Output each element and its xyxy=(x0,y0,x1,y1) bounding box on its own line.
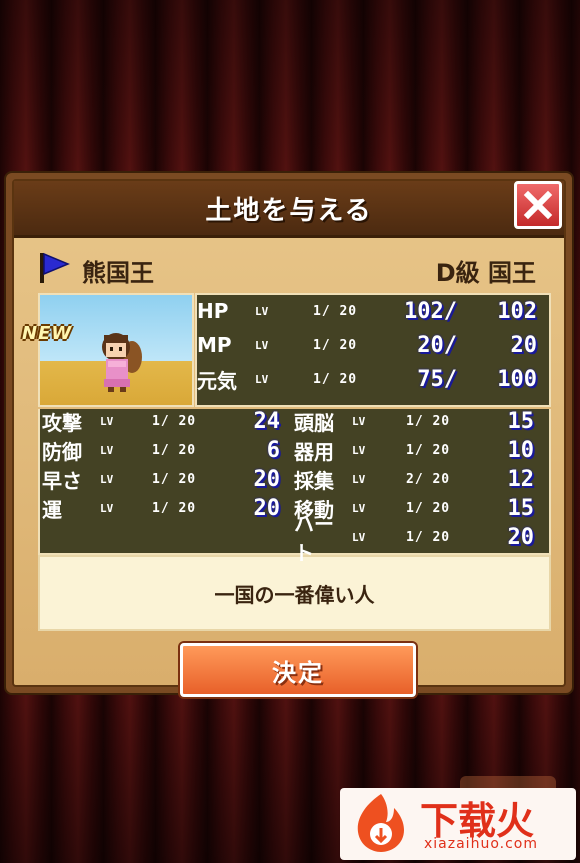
stat-value: 20 xyxy=(507,524,535,550)
stat-row: HP LV 1/ 20 102/102 xyxy=(197,296,537,326)
stat-label: 運 xyxy=(42,497,62,522)
confirm-button[interactable]: 決定 xyxy=(180,643,416,697)
stat-row: 採集 LV 2/ 20 12 xyxy=(294,464,534,494)
level-tag: LV xyxy=(255,372,269,386)
level-value: 1/ 20 xyxy=(152,500,197,516)
stat-row: MP LV 1/ 20 20/20 xyxy=(197,330,537,360)
stat-label: MP xyxy=(197,333,232,357)
level-tag: LV xyxy=(352,472,366,486)
stat-max-value: 102 xyxy=(497,298,537,324)
level-value: 1/ 20 xyxy=(406,529,451,545)
watermark-url: xiazaihuo.com xyxy=(424,836,538,852)
stat-label: ハート xyxy=(294,512,334,565)
stat-row: 早さ LV 1/ 20 20 xyxy=(42,464,280,494)
level-value: 1/ 20 xyxy=(406,442,451,458)
stat-value: 20 xyxy=(253,495,281,521)
level-tag: LV xyxy=(100,472,114,486)
stat-current-value: 102/ xyxy=(404,298,457,324)
stat-row: 頭脳 LV 1/ 20 15 xyxy=(294,406,534,436)
stat-label: 頭脳 xyxy=(294,410,334,435)
stat-label: 採集 xyxy=(294,468,334,493)
level-tag: LV xyxy=(255,338,269,352)
level-value: 1/ 20 xyxy=(313,303,358,319)
level-value: 1/ 20 xyxy=(152,413,197,429)
stat-row: 運 LV 1/ 20 20 xyxy=(42,493,280,523)
level-value: 1/ 20 xyxy=(152,471,197,487)
stat-label: 器用 xyxy=(294,439,334,464)
stat-label: HP xyxy=(197,299,229,323)
stat-label: 早さ xyxy=(42,468,82,493)
stat-label: 元気 xyxy=(197,368,237,393)
stat-value: 20 xyxy=(253,466,281,492)
stat-row: 防御 LV 1/ 20 6 xyxy=(42,435,280,465)
confirm-button-label: 決定 xyxy=(272,658,324,687)
dialog-title: 土地を与える xyxy=(205,195,373,226)
character-name: 熊国王 xyxy=(82,259,154,287)
stat-max-value: 100 xyxy=(497,366,537,392)
level-value: 1/ 20 xyxy=(406,500,451,516)
stat-row: ハート LV 1/ 20 20 xyxy=(294,512,535,565)
stat-value: 24 xyxy=(253,408,281,434)
level-tag: LV xyxy=(255,304,269,318)
character-rank: D級 国王 xyxy=(435,259,536,287)
close-button[interactable] xyxy=(514,181,562,229)
close-icon xyxy=(523,190,553,220)
stat-current-value: 75/ xyxy=(417,366,457,392)
level-tag: LV xyxy=(352,530,366,544)
flag-icon xyxy=(40,252,70,283)
stat-row: 元気 LV 1/ 20 75/100 xyxy=(197,364,537,394)
level-tag: LV xyxy=(352,414,366,428)
level-tag: LV xyxy=(100,414,114,428)
level-value: 2/ 20 xyxy=(406,471,451,487)
stat-value: 12 xyxy=(507,466,535,492)
stat-label: 攻撃 xyxy=(42,410,82,435)
level-tag: LV xyxy=(352,443,366,457)
stat-max-value: 20 xyxy=(510,332,538,358)
stat-row: 攻撃 LV 1/ 20 24 xyxy=(42,406,280,436)
character-sprite xyxy=(102,333,142,392)
stat-current-value: 20/ xyxy=(417,332,457,358)
level-value: 1/ 20 xyxy=(313,337,358,353)
stat-value: 10 xyxy=(507,437,535,463)
level-tag: LV xyxy=(100,443,114,457)
level-tag: LV xyxy=(352,501,366,515)
stat-label: 防御 xyxy=(42,439,82,464)
watermark-logo-icon xyxy=(357,794,404,852)
level-value: 1/ 20 xyxy=(313,371,358,387)
stat-value: 15 xyxy=(507,408,535,434)
level-tag: LV xyxy=(100,501,114,515)
stat-row: 器用 LV 1/ 20 10 xyxy=(294,435,534,465)
level-value: 1/ 20 xyxy=(152,442,197,458)
dialog-title-bar: 土地を与える xyxy=(14,181,564,238)
new-badge: NEW xyxy=(22,323,73,344)
description-box: 一国の一番偉い人 xyxy=(38,555,551,631)
stat-value: 15 xyxy=(507,495,535,521)
character-description: 一国の一番偉い人 xyxy=(214,582,375,607)
level-value: 1/ 20 xyxy=(406,413,451,429)
stat-value: 6 xyxy=(266,437,280,463)
